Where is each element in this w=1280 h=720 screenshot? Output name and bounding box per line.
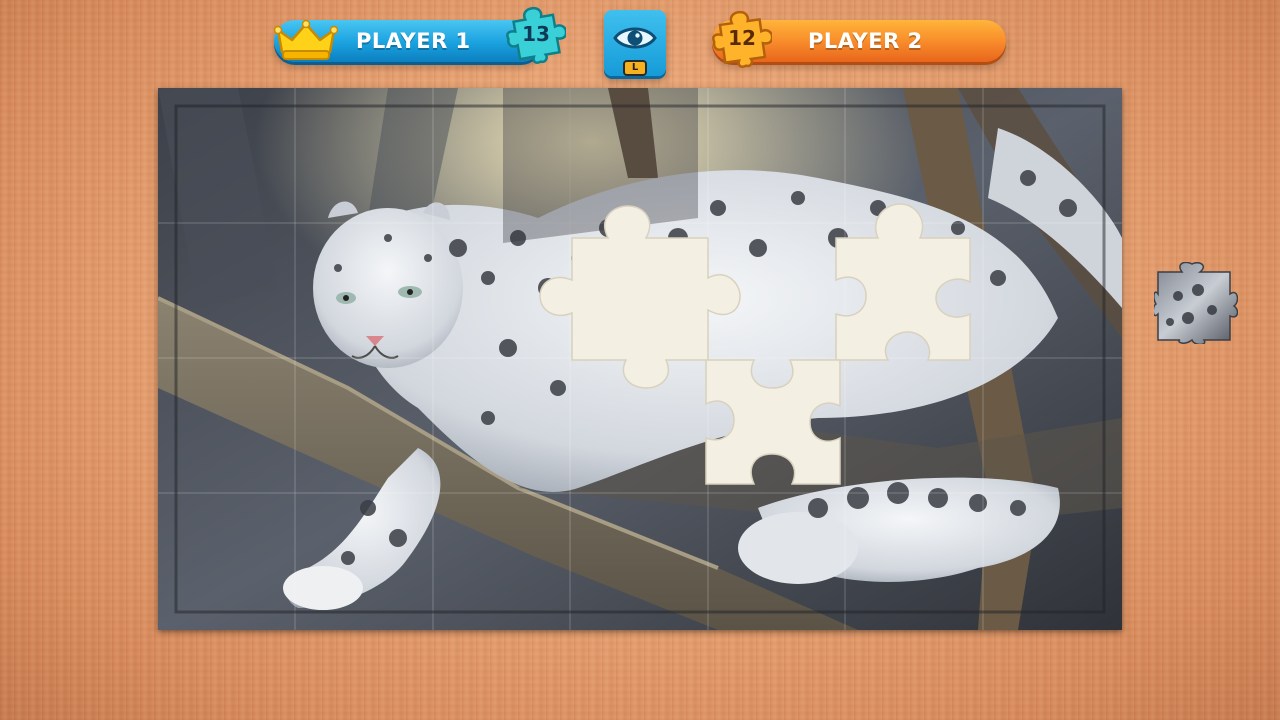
player2-score-badge: 12 xyxy=(712,8,774,68)
player2-name: PLAYER 2 xyxy=(808,29,923,53)
eye-icon xyxy=(613,27,657,49)
player1-score: 13 xyxy=(522,22,550,46)
empty-slot-2 xyxy=(835,203,971,361)
crown-icon xyxy=(274,19,338,60)
loose-puzzle-piece[interactable] xyxy=(1152,261,1239,346)
key-hint-badge: L xyxy=(623,60,647,76)
preview-image-button[interactable]: L xyxy=(604,10,666,76)
player1-score-badge: 13 xyxy=(506,4,568,64)
player1-bar: PLAYER 1 xyxy=(274,19,542,62)
empty-slot-3 xyxy=(705,359,841,485)
player1-name: PLAYER 1 xyxy=(356,29,471,53)
puzzle-piece-icon xyxy=(1152,261,1239,346)
player2-score: 12 xyxy=(728,26,756,50)
puzzle-board[interactable] xyxy=(158,88,1122,630)
empty-slots xyxy=(539,203,971,485)
hud: PLAYER 1 13 L PLAYER 2 12 xyxy=(0,0,1280,80)
